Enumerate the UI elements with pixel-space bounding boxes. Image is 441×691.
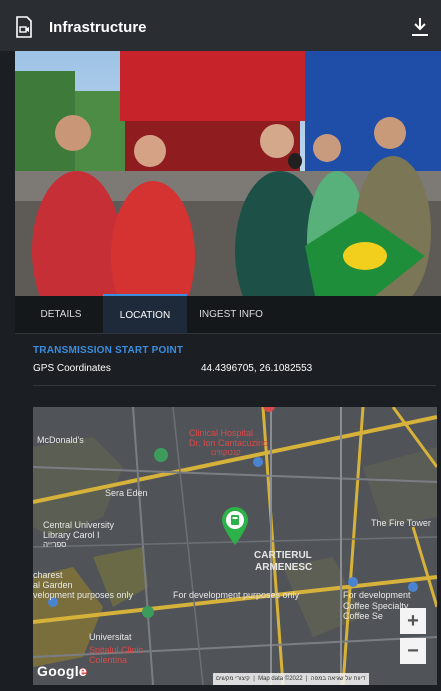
- map-label-central-university-2: Library Carol I: [43, 530, 100, 540]
- section-title: TRANSMISSION START POINT: [33, 345, 184, 356]
- map-label-hebrew-2: ספרייה: [43, 540, 67, 549]
- gps-value: 44.4396705, 26.1082553: [201, 363, 313, 374]
- map-label-clinical-hospital: Clinical Hospital: [189, 428, 254, 438]
- tab-bar: DETAILS LOCATION INGEST INFO: [15, 294, 441, 334]
- map-label-mcdonalds: McDonald's: [37, 435, 84, 445]
- map-label-bucharest-1: charest: [33, 570, 63, 580]
- map-attribution-data: Map data ©2022: [258, 676, 303, 682]
- media-preview-image: [15, 51, 441, 296]
- map-label-universitat: Universitat: [89, 632, 132, 642]
- map-label-dev-1: velopment purposes only: [33, 590, 134, 600]
- tab-ingest-info[interactable]: INGEST INFO: [191, 296, 271, 333]
- map-label-cartierul: CARTIERUL: [254, 550, 312, 561]
- map-label-fire-tower: The Fire Tower: [371, 518, 431, 528]
- map-label-armenesc: ARMENESC: [255, 562, 313, 573]
- header-bar: Infrastructure: [0, 0, 441, 51]
- location-marker-icon[interactable]: [220, 506, 250, 546]
- divider: [33, 385, 436, 386]
- map-view[interactable]: McDonald's Clinical Hospital Dr. Ion Can…: [33, 407, 437, 685]
- map-label-bucharest-2: al Garden: [33, 580, 73, 590]
- gps-label: GPS Coordinates: [33, 363, 111, 374]
- map-label-central-university-1: Central University: [43, 520, 115, 530]
- zoom-in-button[interactable]: +: [400, 608, 426, 634]
- map-label-dev-2: For development purposes only: [173, 590, 300, 600]
- download-icon[interactable]: [409, 16, 431, 38]
- map-attribution-terms[interactable]: קיצורי מקשים: [216, 676, 250, 682]
- tab-details[interactable]: DETAILS: [27, 296, 95, 333]
- map-label-colentina: Colentina: [89, 655, 128, 665]
- google-logo: Google: [37, 663, 88, 679]
- map-label-dr-ion: Dr. Ion Cantacuzino: [189, 438, 269, 448]
- zoom-out-button[interactable]: −: [400, 638, 426, 664]
- page-title: Infrastructure: [49, 19, 147, 36]
- map-label-coffee-1: Coffee Specialty: [343, 601, 409, 611]
- map-label-hebrew-1: קנטקוזינו: [211, 448, 241, 457]
- photo-scene: [15, 51, 441, 296]
- tab-location[interactable]: LOCATION: [103, 294, 187, 333]
- map-attribution-report[interactable]: דיווח על שגיאה במפה: [311, 676, 366, 682]
- map-attribution: קיצורי מקשים | Map data ©2022 | דיווח על…: [213, 673, 369, 685]
- map-label-coffee-2: Coffee Se: [343, 611, 383, 621]
- camera-file-icon: [16, 16, 32, 38]
- map-label-dev-3: For development: [343, 590, 411, 600]
- map-label-spitalul: Spitalul Clinic: [89, 645, 144, 655]
- map-label-sera-eden: Sera Eden: [105, 488, 148, 498]
